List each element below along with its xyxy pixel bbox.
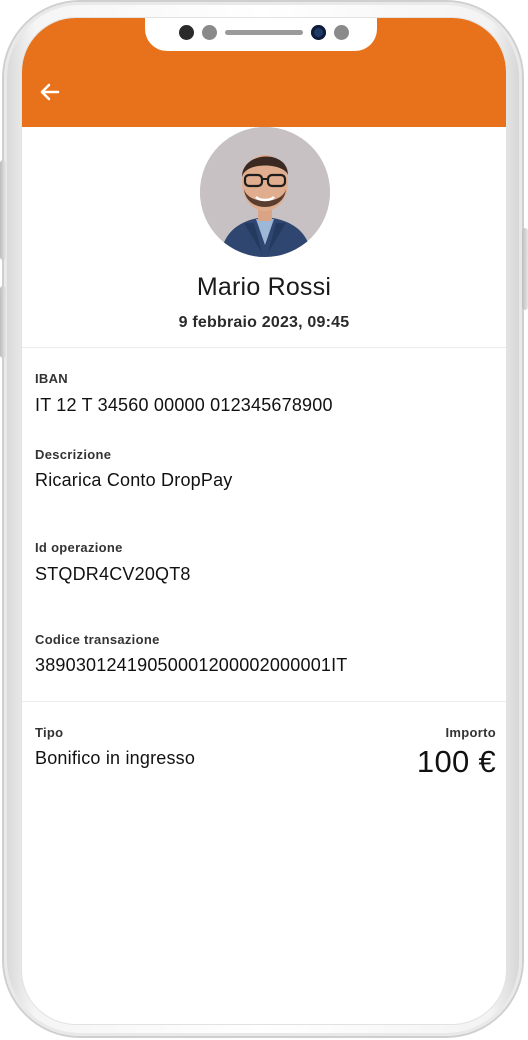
volume-down-button — [0, 286, 6, 358]
sensor-dot-2 — [334, 25, 349, 40]
type-label: Tipo — [35, 725, 64, 740]
phone-screen: Mario Rossi 9 febbraio 2023, 09:45 IBAN … — [22, 18, 506, 1024]
power-button — [522, 228, 528, 310]
transaction-date: 9 febbraio 2023, 09:45 — [178, 314, 350, 331]
camera-dot — [179, 25, 194, 40]
amount-value: 100 € — [416, 744, 496, 779]
user-photo-icon — [200, 127, 330, 257]
volume-up-button — [0, 160, 6, 260]
operation-id-label: Id operazione — [35, 540, 123, 555]
operation-id-value: STQDR4CV20QT8 — [35, 564, 191, 584]
iban-label: IBAN — [35, 371, 68, 386]
description-label: Descrizione — [35, 447, 112, 462]
back-button[interactable] — [36, 78, 64, 106]
phone-notch — [145, 18, 377, 51]
type-value: Bonifico in ingresso — [35, 748, 196, 768]
arrow-left-icon — [40, 83, 60, 101]
transaction-code-label: Codice transazione — [35, 632, 160, 647]
amount-label: Importo — [445, 725, 496, 740]
front-camera-dot — [311, 25, 326, 40]
avatar — [200, 127, 330, 257]
transaction-code-value: 38903012419050001200002000001IT — [35, 655, 348, 675]
sensor-dot — [202, 25, 217, 40]
divider-bottom — [22, 701, 506, 702]
description-value: Ricarica Conto DropPay — [35, 470, 233, 490]
divider-top — [22, 347, 506, 348]
profile-header: Mario Rossi 9 febbraio 2023, 09:45 — [22, 127, 506, 347]
speaker-grille — [225, 30, 303, 35]
contact-name: Mario Rossi — [196, 273, 332, 301]
iban-value: IT 12 T 34560 00000 012345678900 — [35, 395, 333, 415]
